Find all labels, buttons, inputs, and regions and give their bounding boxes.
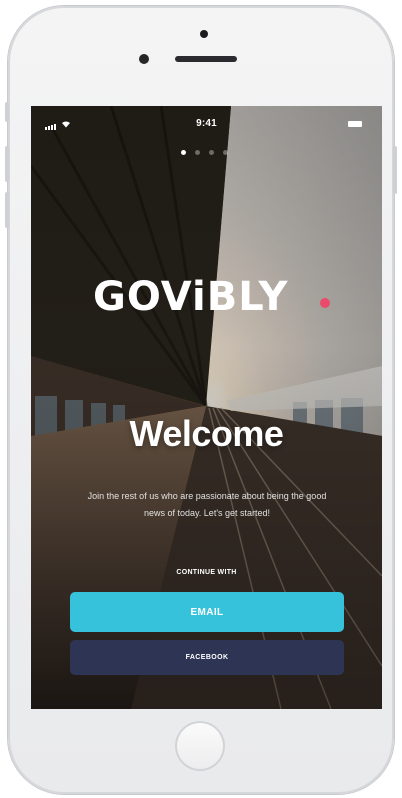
page-dot-2[interactable] — [195, 150, 200, 155]
mute-switch — [5, 102, 9, 122]
battery-icon — [348, 121, 362, 127]
power-button — [393, 146, 397, 194]
facebook-button[interactable]: FACEBOOK — [70, 640, 344, 675]
status-bar: 9:41 — [31, 106, 382, 132]
logo-dot-icon — [320, 298, 330, 308]
welcome-tagline: Join the rest of us who are passionate a… — [87, 491, 327, 518]
logo-text: GOViBLY — [93, 274, 288, 320]
page-dot-1[interactable] — [181, 150, 186, 155]
continue-with-label: CONTINUE WITH — [176, 569, 237, 576]
camera — [200, 30, 208, 38]
volume-up-button — [5, 146, 9, 182]
email-button[interactable]: EMAIL — [70, 592, 344, 632]
home-button[interactable] — [175, 721, 225, 771]
status-time: 9:41 — [196, 118, 217, 129]
welcome-title: Welcome — [129, 413, 284, 454]
earpiece-speaker — [175, 56, 237, 62]
page-dot-3[interactable] — [209, 150, 214, 155]
front-sensor — [139, 54, 149, 64]
volume-down-button — [5, 192, 9, 228]
screen: 9:41 GOViBLY Welcome Join the rest of us… — [31, 106, 382, 709]
page-indicator — [181, 150, 228, 155]
govibly-logo: GOViBLY — [93, 274, 330, 320]
page-dot-4[interactable] — [223, 150, 228, 155]
